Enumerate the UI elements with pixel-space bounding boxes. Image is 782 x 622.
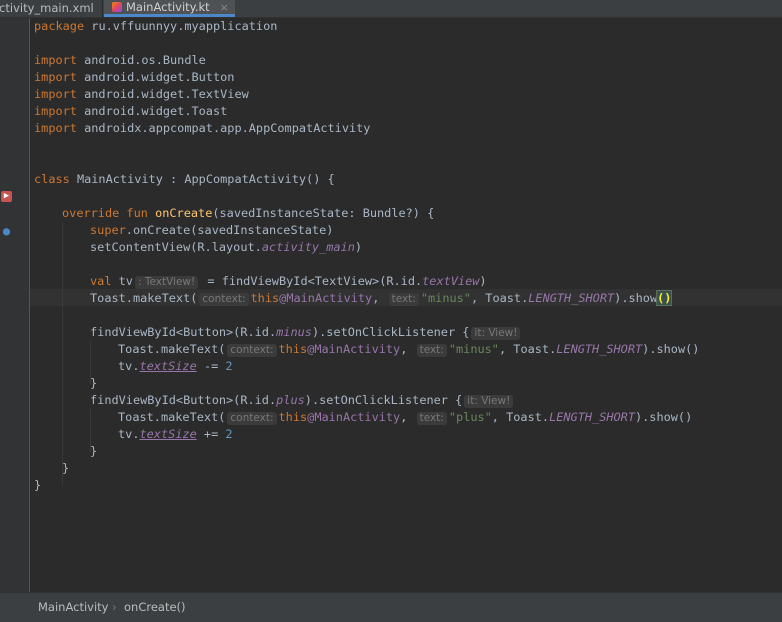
run-class-icon[interactable]: ▶ bbox=[1, 191, 12, 202]
code-line: import android.widget.TextView bbox=[34, 87, 249, 101]
type-hint: : TextView! bbox=[134, 276, 199, 289]
code-line: import android.widget.Button bbox=[34, 70, 235, 84]
code-line: tv.textSize += 2 bbox=[118, 427, 233, 441]
code-line: Toast.makeText(context: this@MainActivity… bbox=[118, 410, 693, 425]
code-line: Toast.makeText(context: this@MainActivity… bbox=[118, 342, 700, 357]
param-hint: text: bbox=[416, 344, 447, 357]
code-line: setContentView(R.layout.activity_main) bbox=[90, 240, 363, 254]
code-line: } bbox=[34, 478, 42, 492]
tab-label: MainActivity.kt bbox=[126, 0, 210, 14]
code-line: } bbox=[90, 444, 98, 458]
close-icon[interactable]: × bbox=[220, 1, 229, 14]
breadcrumb: MainActivity › onCreate() bbox=[0, 592, 782, 622]
breadcrumb-method[interactable]: onCreate() bbox=[124, 593, 186, 621]
code-line: val tv: TextView! = findViewById<TextVie… bbox=[90, 274, 487, 289]
tab-label: activity_main.xml bbox=[0, 1, 94, 15]
lambda-hint: it: View! bbox=[471, 327, 521, 340]
editor-gutter[interactable]: ▶ ● bbox=[0, 18, 29, 592]
tab-mainactivity-kt[interactable]: MainActivity.kt × bbox=[104, 0, 235, 17]
matched-brace: () bbox=[656, 290, 673, 306]
code-line: import android.widget.Toast bbox=[34, 104, 228, 118]
code-line: super.onCreate(savedInstanceState) bbox=[90, 223, 334, 237]
code-editor[interactable]: package ru.vffuunnyy.myapplication impor… bbox=[30, 18, 782, 592]
chevron-right-icon: › bbox=[112, 600, 117, 614]
code-line: } bbox=[62, 461, 70, 475]
param-hint: context: bbox=[227, 412, 277, 425]
code-line: findViewById<Button>(R.id.minus).setOnCl… bbox=[90, 324, 522, 341]
param-hint: context: bbox=[199, 293, 249, 306]
lambda-hint: it: View! bbox=[464, 395, 514, 408]
code-line: tv.textSize -= 2 bbox=[118, 359, 233, 373]
param-hint: text: bbox=[388, 293, 419, 306]
code-line: } bbox=[90, 376, 98, 390]
param-hint: text: bbox=[416, 412, 447, 425]
code-line: import androidx.appcompat.app.AppCompatA… bbox=[34, 121, 371, 135]
code-line: override fun onCreate(savedInstanceState… bbox=[62, 206, 435, 220]
param-hint: context: bbox=[227, 344, 277, 357]
code-line: Toast.makeText(context: this@MainActivity… bbox=[90, 290, 673, 306]
breadcrumb-class[interactable]: MainActivity bbox=[38, 593, 108, 621]
text-caret bbox=[671, 290, 673, 304]
code-line: findViewById<Button>(R.id.plus).setOnCli… bbox=[90, 392, 515, 409]
editor-tab-bar: activity_main.xml MainActivity.kt × bbox=[0, 0, 782, 18]
code-line: import android.os.Bundle bbox=[34, 53, 206, 67]
override-method-icon[interactable]: ● bbox=[1, 225, 12, 237]
code-line: class MainActivity : AppCompatActivity()… bbox=[34, 172, 335, 186]
code-line: package ru.vffuunnyy.myapplication bbox=[34, 19, 278, 33]
tab-activity-main-xml[interactable]: activity_main.xml bbox=[0, 0, 103, 17]
indent-guide bbox=[62, 222, 63, 485]
kotlin-file-icon bbox=[112, 2, 122, 12]
